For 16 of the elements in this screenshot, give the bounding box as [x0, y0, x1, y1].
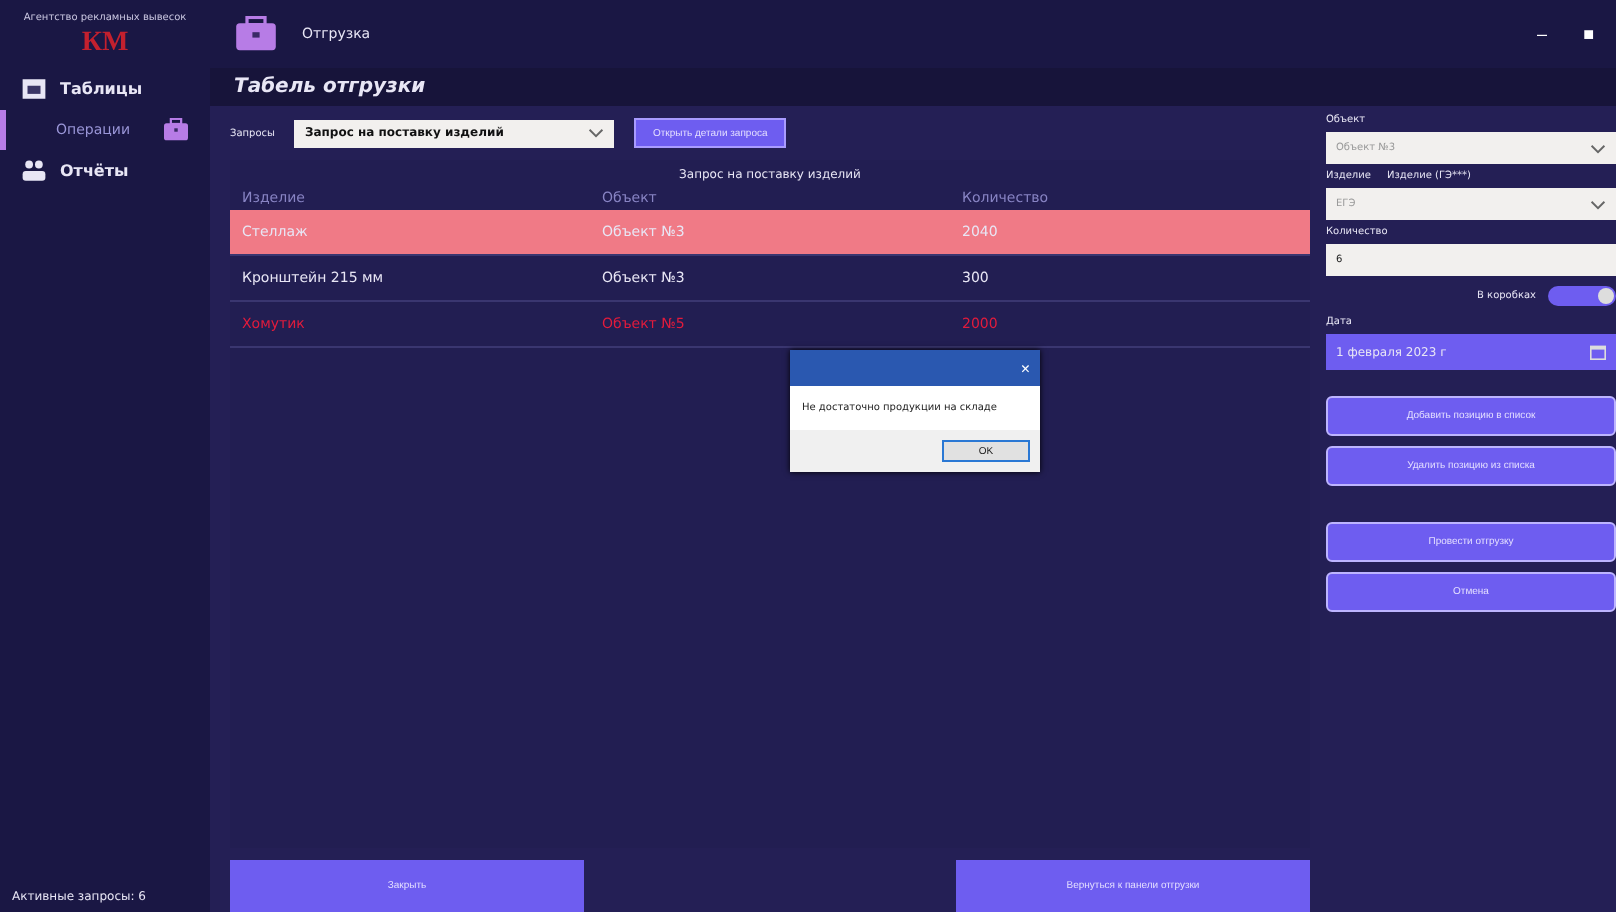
briefcase-icon [162, 118, 190, 142]
people-icon [20, 158, 48, 184]
briefcase-icon [234, 16, 278, 52]
logo: КМ [81, 28, 129, 60]
sidebar-item[interactable]: Отчёты [0, 150, 210, 192]
close-button[interactable]: × [1010, 359, 1040, 377]
calendar-icon [1590, 344, 1606, 360]
table-icon [20, 76, 48, 102]
toggle-switch[interactable] [1548, 286, 1616, 306]
window-control[interactable]: ■ [1577, 24, 1600, 44]
sidebar-item[interactable]: Таблицы [0, 68, 210, 110]
page-title: Табель отгрузки [234, 76, 426, 98]
chevron-icon [1590, 143, 1606, 153]
chevron-icon [1590, 199, 1606, 209]
window-control[interactable]: – [1531, 24, 1554, 44]
chevron-icon [588, 128, 605, 138]
